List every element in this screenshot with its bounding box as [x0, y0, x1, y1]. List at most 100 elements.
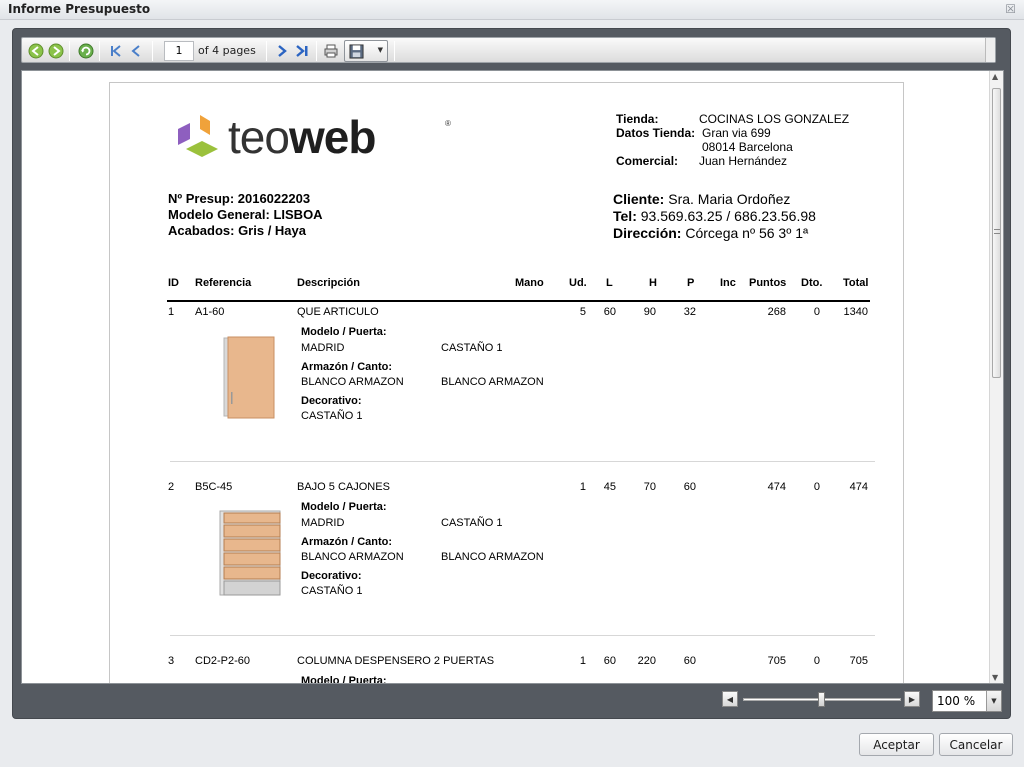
- viewer-toolbar: 1 of 4 pages ▼: [21, 37, 996, 63]
- item-total: 1340: [843, 306, 868, 318]
- item-ud: 1: [579, 655, 586, 667]
- store-label: Tienda:: [616, 112, 659, 126]
- toolbar-scroll[interactable]: [985, 38, 995, 62]
- item-ref: CD2-P2-60: [195, 655, 251, 667]
- client-address: Córcega nº 56 3º 1ª: [685, 225, 809, 241]
- col-inc: Inc: [720, 277, 736, 289]
- print-icon[interactable]: [321, 41, 341, 61]
- door-model-label: Modelo / Puerta:: [301, 675, 387, 684]
- wall-cabinet-image: [223, 336, 275, 419]
- zoom-out-icon[interactable]: ◀: [722, 691, 738, 707]
- col-total: Total: [843, 277, 869, 289]
- teoweb-logo: teoweb ®: [176, 111, 451, 165]
- chevron-down-icon[interactable]: ▼: [986, 691, 1001, 711]
- logo-word-teo: teo: [228, 111, 290, 163]
- phone-label: Tel:: [613, 208, 637, 224]
- finishes: Acabados: Gris / Haya: [168, 223, 306, 238]
- item-ud: 1: [579, 481, 586, 493]
- vertical-scrollbar[interactable]: ▲ ▼: [989, 71, 1003, 683]
- toolbar-separator: [266, 41, 267, 61]
- cancel-button[interactable]: Cancelar: [939, 733, 1013, 756]
- scroll-up-icon[interactable]: ▲: [992, 72, 998, 81]
- save-icon: [349, 44, 364, 59]
- pantry-column-image: [228, 683, 278, 684]
- item-p: 32: [683, 306, 696, 318]
- item-ref: B5C-45: [195, 481, 233, 493]
- save-dropdown[interactable]: ▼: [344, 40, 388, 62]
- col-puntos: Puntos: [749, 277, 787, 289]
- grip-icon: [994, 229, 1000, 234]
- chevron-down-icon: ▼: [377, 46, 383, 54]
- quote-number: Nº Presup: 2016022203: [168, 191, 311, 206]
- toolbar-separator: [316, 41, 317, 61]
- item-h: 220: [637, 655, 656, 667]
- header-divider: [167, 300, 870, 302]
- store-data-label: Datos Tienda:: [616, 126, 696, 140]
- item-dto: 0: [813, 306, 820, 318]
- item-puntos: 268: [767, 306, 786, 318]
- item-puntos: 705: [767, 655, 786, 667]
- item-puntos: 474: [767, 481, 786, 493]
- item-id: 1: [168, 306, 175, 318]
- address-label: Dirección:: [613, 225, 682, 241]
- item-l: 60: [603, 306, 616, 318]
- col-ud: Ud.: [569, 277, 587, 289]
- zoom-select[interactable]: 100 % ▼: [932, 690, 1002, 712]
- scroll-thumb[interactable]: [992, 88, 1001, 378]
- item-desc: QUE ARTICULO: [297, 306, 379, 318]
- prev-page-icon[interactable]: [126, 41, 146, 61]
- toolbar-separator: [152, 41, 153, 61]
- dialog-titlebar: Informe Presupuesto ☒: [0, 0, 1024, 20]
- item-p: 60: [683, 655, 696, 667]
- item-p: 60: [683, 481, 696, 493]
- forward-icon[interactable]: [46, 41, 66, 61]
- client-phone: 93.569.63.25 / 686.23.56.98: [640, 208, 816, 224]
- col-mano: Mano: [515, 277, 544, 289]
- page-count-label: of 4 pages: [198, 44, 256, 57]
- door-model-label: Modelo / Puerta:: [301, 326, 387, 338]
- page-number-input[interactable]: 1: [164, 41, 194, 61]
- door-model-value: MADRID: [301, 517, 345, 529]
- back-icon[interactable]: [26, 41, 46, 61]
- item-id: 2: [168, 481, 175, 493]
- accept-button[interactable]: Aceptar: [859, 733, 934, 756]
- col-ref: Referencia: [195, 277, 252, 289]
- close-icon[interactable]: ☒: [1005, 2, 1016, 16]
- frame-value: BLANCO ARMAZON: [301, 376, 404, 388]
- client-label: Cliente:: [613, 191, 665, 207]
- scroll-down-icon[interactable]: ▼: [992, 673, 998, 682]
- col-l: L: [606, 277, 613, 289]
- logo-cube-icon: [178, 115, 218, 157]
- item-l: 60: [603, 655, 616, 667]
- item-ud: 5: [579, 306, 586, 318]
- last-page-icon[interactable]: [292, 41, 312, 61]
- report-page: teoweb ® Tienda: COCINAS LOS GONZALEZ Dat…: [109, 82, 904, 684]
- salesperson-label: Comercial:: [616, 154, 679, 168]
- toolbar-separator: [394, 41, 395, 61]
- item-h: 70: [643, 481, 656, 493]
- item-ref: A1-60: [195, 306, 225, 318]
- first-page-icon[interactable]: [106, 41, 126, 61]
- col-dto: Dto.: [801, 277, 823, 289]
- col-h: H: [649, 277, 657, 289]
- report-viewport: teoweb ® Tienda: COCINAS LOS GONZALEZ Dat…: [21, 70, 1004, 684]
- decorative-value: CASTAÑO 1: [301, 410, 363, 422]
- refresh-icon[interactable]: [76, 41, 96, 61]
- item-id: 3: [168, 655, 175, 667]
- col-p: P: [687, 277, 695, 289]
- zoom-in-icon[interactable]: ▶: [904, 691, 920, 707]
- store-name: COCINAS LOS GONZALEZ: [699, 112, 850, 126]
- decorative-label: Decorativo:: [301, 570, 362, 582]
- quote-meta: Nº Presup: 2016022203 Modelo General: LI…: [168, 191, 323, 239]
- col-id: ID: [168, 277, 179, 289]
- next-page-icon[interactable]: [272, 41, 292, 61]
- item-h: 90: [643, 306, 656, 318]
- drawer-cabinet-image: [219, 510, 281, 596]
- zoom-slider[interactable]: ◀ ▶: [722, 691, 922, 709]
- door-finish-value: CASTAÑO 1: [441, 517, 503, 529]
- logo-word-web: web: [288, 111, 376, 163]
- zoom-thumb[interactable]: [818, 692, 825, 707]
- logo-wordmark: teoweb: [228, 111, 376, 163]
- toolbar-separator: [99, 41, 100, 61]
- item-l: 45: [603, 481, 616, 493]
